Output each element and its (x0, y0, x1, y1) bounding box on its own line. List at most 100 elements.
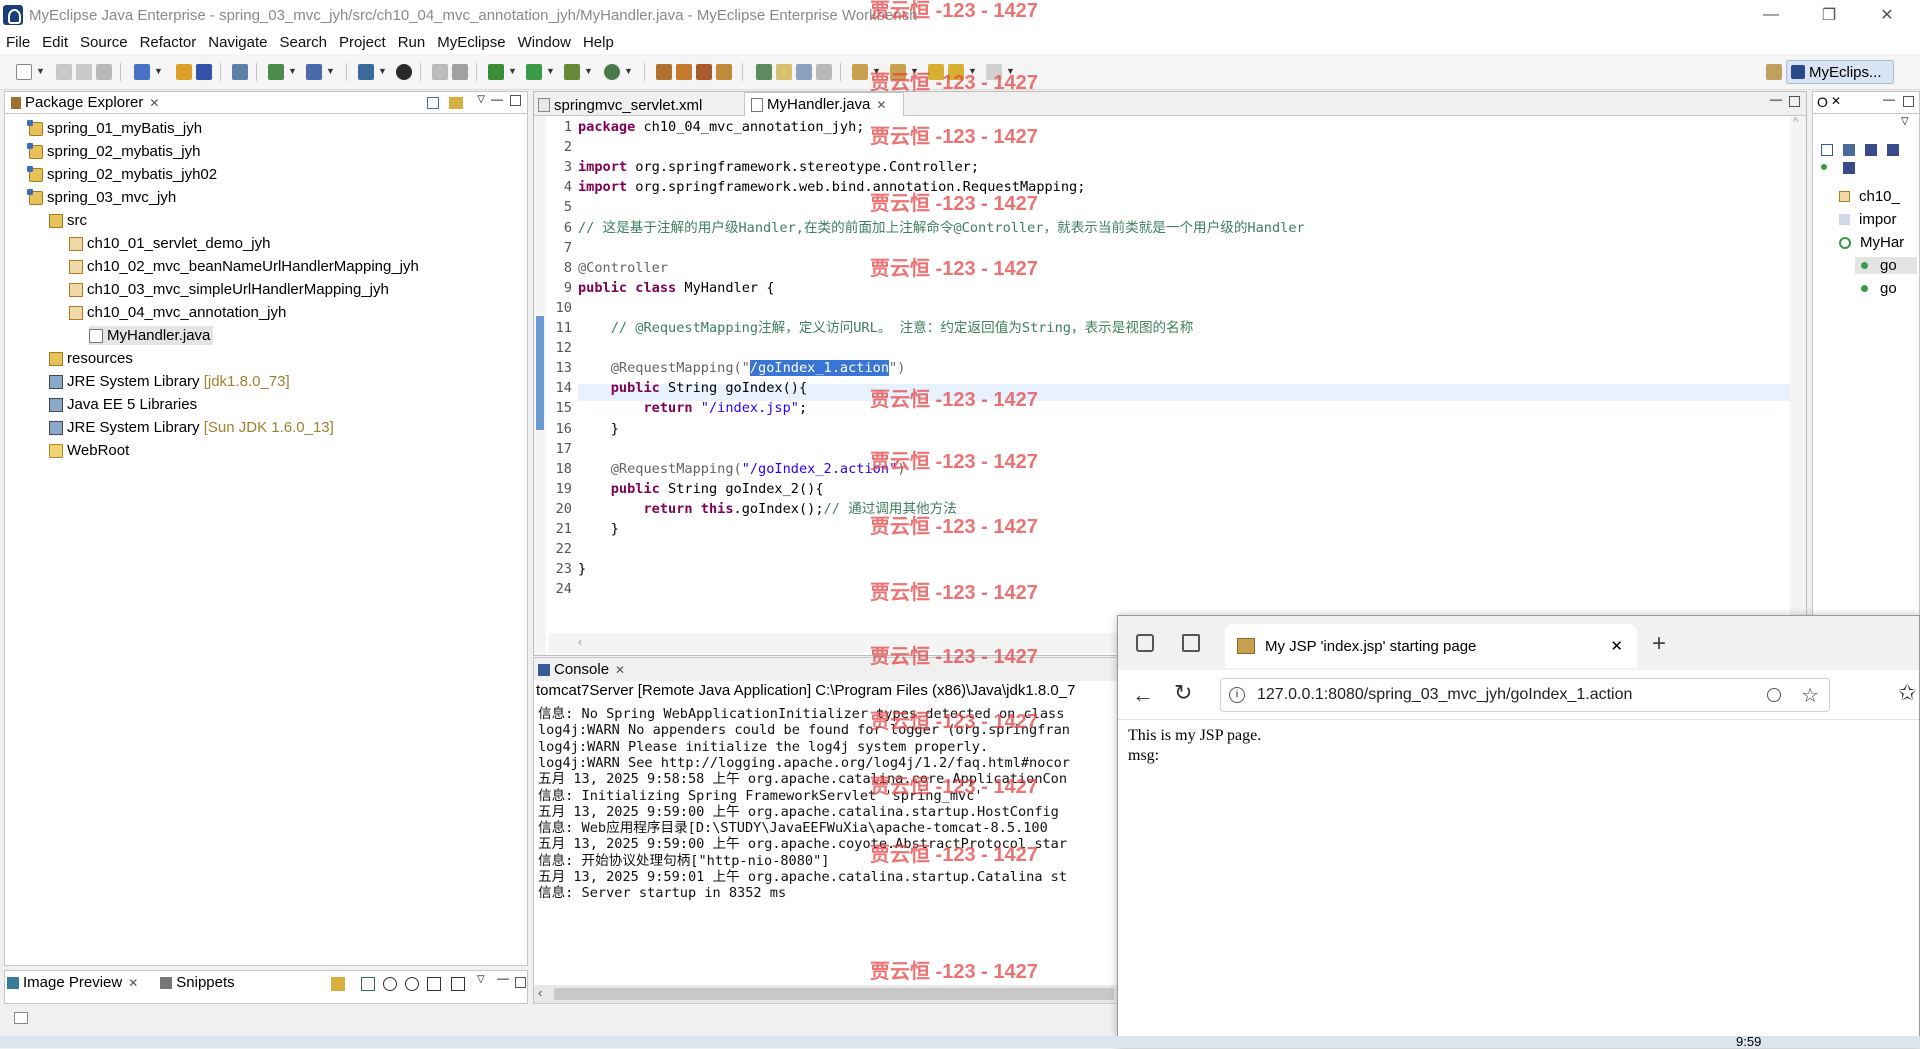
outline-item-class[interactable]: MyHar (1839, 234, 1904, 251)
web-browser-icon[interactable] (358, 64, 374, 80)
new-project-icon[interactable] (134, 64, 150, 80)
minimize-view-icon[interactable]: — (1883, 92, 1895, 106)
debug-icon[interactable] (564, 64, 580, 80)
annotation-icon[interactable] (756, 64, 772, 80)
back-history-icon[interactable] (432, 64, 448, 80)
open-perspective-icon[interactable] (1766, 64, 1782, 80)
scroll-thumb[interactable] (554, 988, 1114, 1000)
menu-help[interactable]: Help (583, 34, 614, 51)
close-tab-icon[interactable]: ✕ (1610, 637, 1623, 655)
tree-project-spring03[interactable]: spring_03_mvc_jyh (27, 188, 176, 206)
workspaces-icon[interactable] (1136, 634, 1154, 652)
search-icon[interactable] (656, 64, 672, 80)
last-edit-icon[interactable] (928, 64, 944, 80)
save-all-icon[interactable] (76, 64, 92, 80)
outline-item-imports[interactable]: impor (1839, 211, 1897, 228)
toggle-mark-icon[interactable] (676, 64, 692, 80)
tab-console[interactable]: Console (554, 661, 609, 678)
tree-package-ch10-03[interactable]: ch10_03_mvc_simpleUrlHandlerMapping_jyh (69, 281, 389, 298)
menu-edit[interactable]: Edit (42, 34, 68, 51)
menu-run[interactable]: Run (398, 34, 426, 51)
block-select-icon[interactable] (796, 64, 812, 80)
collapse-icon[interactable] (1821, 144, 1833, 156)
zoom-icon[interactable] (1767, 688, 1782, 702)
task-icon[interactable] (696, 64, 712, 80)
next-annotation-dropdown-icon[interactable]: ▼ (872, 66, 881, 76)
debug-dropdown-icon[interactable]: ▼ (584, 66, 593, 76)
sort-icon[interactable] (1843, 144, 1855, 156)
scroll-left-icon[interactable]: ‹ (538, 985, 542, 1000)
external-tools-icon[interactable] (488, 64, 504, 80)
browser-tab-index[interactable]: My JSP 'index.jsp' starting page ✕ (1225, 624, 1637, 668)
minimize-view-icon[interactable]: — (497, 971, 509, 985)
outline-tab-icon[interactable]: O (1817, 94, 1828, 110)
site-info-icon[interactable]: i (1229, 687, 1245, 703)
new-dropdown-icon[interactable]: ▼ (36, 66, 45, 76)
tab-snippets[interactable]: Snippets (176, 974, 234, 991)
fast-view-icon[interactable] (14, 1012, 28, 1024)
close-tab-icon[interactable]: ✕ (128, 976, 138, 990)
favorites-icon[interactable]: ✩ (1898, 680, 1916, 706)
tab-springmvc-xml[interactable]: springmvc_servlet.xml (538, 94, 702, 116)
tree-jre-lib-1[interactable]: JRE System Library [jdk1.8.0_73] (49, 373, 290, 390)
tree-src-folder[interactable]: src (49, 212, 87, 229)
save-icon[interactable] (56, 64, 72, 80)
tree-javaee-lib[interactable]: Java EE 5 Libraries (49, 396, 197, 413)
prev-annotation-dropdown-icon[interactable]: ▼ (910, 66, 919, 76)
tree-resources-folder[interactable]: resources (49, 350, 133, 367)
code-area[interactable]: package ch10_04_mvc_annotation_jyh; impor… (578, 119, 1790, 627)
close-tab-icon[interactable]: ✕ (1831, 94, 1841, 108)
close-tab-icon[interactable]: ✕ (615, 663, 625, 677)
hide-static-icon[interactable] (1887, 144, 1899, 156)
tree-package-ch10-04[interactable]: ch10_04_mvc_annotation_jyh (69, 304, 286, 321)
browser-dropdown-icon[interactable]: ▼ (378, 66, 387, 76)
new-tab-button[interactable]: + (1652, 630, 1666, 658)
url-text[interactable]: 127.0.0.1:8080/spring_03_mvc_jyh/goIndex… (1257, 686, 1767, 704)
run-last-dropdown-icon[interactable]: ▼ (624, 66, 633, 76)
tree-project-spring02[interactable]: spring_02_mybatis_jyh (27, 142, 200, 160)
actual-size-icon[interactable] (427, 977, 441, 991)
refresh-icon[interactable]: ↻ (1174, 680, 1192, 706)
deploy-icon[interactable] (268, 64, 284, 80)
maximize-view-icon[interactable] (510, 95, 521, 106)
close-tab-icon[interactable]: ✕ (876, 98, 886, 112)
view-menu-icon[interactable]: ▽ (477, 974, 485, 985)
tree-file-myhandler[interactable]: MyHandler.java (89, 326, 214, 345)
favorite-star-icon[interactable]: ☆ (1801, 683, 1819, 708)
close-window-button[interactable]: ✕ (1864, 0, 1910, 30)
tab-image-preview[interactable]: Image Preview (23, 974, 122, 991)
database-icon[interactable] (232, 64, 248, 80)
run-icon[interactable] (526, 64, 542, 80)
minimize-editor-icon[interactable]: — (1770, 92, 1782, 106)
view-menu-icon[interactable]: ▽ (477, 94, 485, 105)
server-dropdown-icon[interactable]: ▼ (326, 66, 335, 76)
package-explorer-title[interactable]: Package Explorer (25, 94, 143, 111)
bookmark-icon[interactable] (716, 64, 732, 80)
maximize-editor-icon[interactable] (1789, 96, 1800, 107)
forward-icon[interactable] (986, 64, 1002, 80)
print-icon[interactable] (96, 64, 112, 80)
prev-annotation-icon[interactable] (890, 64, 906, 80)
run-dropdown-icon[interactable]: ▼ (546, 66, 555, 76)
outline-item-package[interactable]: ch10_ (1839, 188, 1900, 205)
run-last-icon[interactable] (604, 64, 620, 80)
public-members-icon[interactable] (1821, 164, 1827, 170)
show-whitespace-icon[interactable] (816, 64, 832, 80)
minimize-button[interactable]: — (1748, 0, 1794, 30)
tab-myhandler-java[interactable]: MyHandler.java ✕ (744, 92, 904, 116)
console-horizontal-scrollbar[interactable]: ‹ (534, 985, 1118, 1003)
new-icon[interactable] (16, 64, 32, 80)
collapse-all-icon[interactable] (427, 97, 439, 109)
url-field[interactable]: i 127.0.0.1:8080/spring_03_mvc_jyh/goInd… (1220, 678, 1830, 712)
perspective-myeclipse[interactable]: MyEclips... (1786, 60, 1894, 84)
forward-history-icon[interactable] (452, 64, 468, 80)
menu-refactor[interactable]: Refactor (140, 34, 197, 51)
forward-dropdown-icon[interactable]: ▼ (1006, 66, 1015, 76)
back-icon[interactable] (948, 64, 964, 80)
hide-local-types-icon[interactable] (1843, 162, 1855, 174)
globe-icon[interactable] (396, 64, 412, 80)
zoom-in-icon[interactable] (405, 977, 419, 991)
menu-source[interactable]: Source (80, 34, 128, 51)
outline-item-method-2[interactable]: go (1855, 280, 1897, 297)
fit-window-icon[interactable] (451, 977, 465, 991)
